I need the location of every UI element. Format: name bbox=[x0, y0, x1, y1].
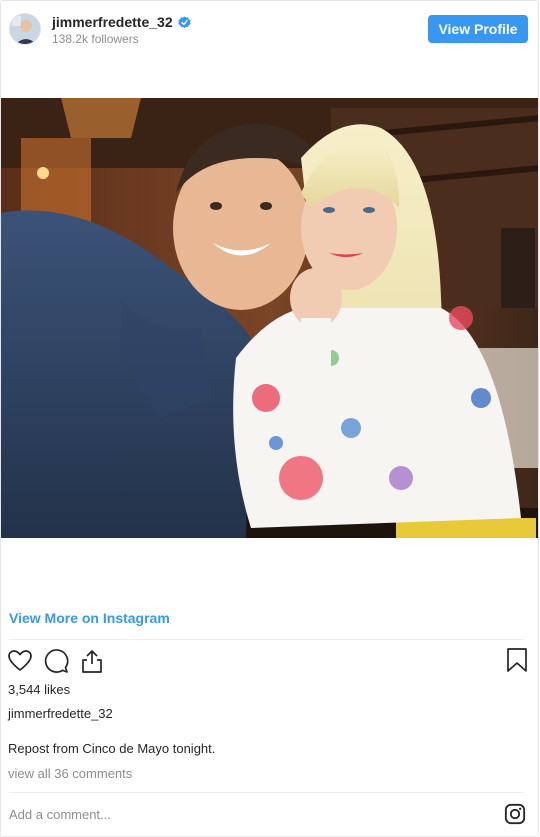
likes-count[interactable]: 3,544 likes bbox=[8, 682, 70, 697]
divider bbox=[9, 639, 524, 640]
comment-icon[interactable] bbox=[43, 648, 69, 674]
view-more-on-instagram-link[interactable]: View More on Instagram bbox=[9, 610, 170, 626]
avatar[interactable] bbox=[9, 13, 41, 45]
bookmark-icon[interactable] bbox=[505, 647, 529, 673]
caption-username[interactable]: jimmerfredette_32 bbox=[8, 706, 113, 721]
post-caption: Repost from Cinco de Mayo tonight. bbox=[8, 741, 216, 756]
post-image[interactable] bbox=[1, 98, 538, 538]
view-all-comments-link[interactable]: view all 36 comments bbox=[8, 766, 132, 781]
add-comment-field[interactable]: Add a comment... bbox=[9, 807, 111, 822]
action-bar bbox=[7, 647, 115, 675]
share-icon[interactable] bbox=[79, 648, 105, 674]
post-header: jimmerfredette_32 138.2k followers View … bbox=[1, 1, 538, 57]
follower-count: 138.2k followers bbox=[52, 32, 139, 46]
username-row: jimmerfredette_32 bbox=[52, 14, 191, 30]
username-link[interactable]: jimmerfredette_32 bbox=[52, 14, 173, 30]
instagram-embed-card: jimmerfredette_32 138.2k followers View … bbox=[0, 0, 539, 837]
instagram-logo-icon[interactable] bbox=[504, 803, 526, 825]
verified-badge-icon bbox=[177, 15, 191, 28]
divider bbox=[9, 792, 524, 793]
heart-icon[interactable] bbox=[7, 648, 33, 674]
view-profile-button[interactable]: View Profile bbox=[428, 15, 528, 43]
